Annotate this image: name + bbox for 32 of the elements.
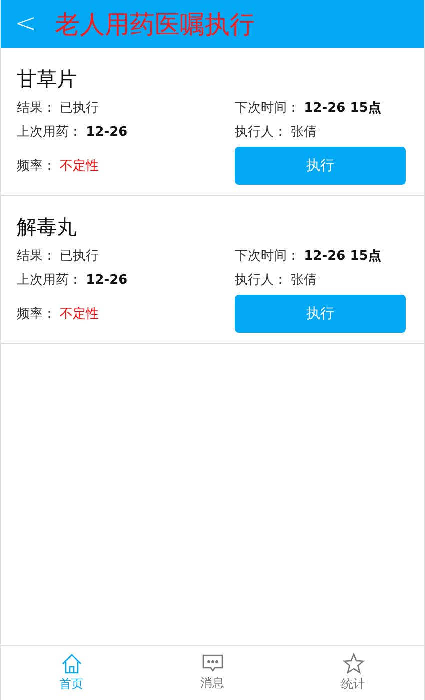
field-value: 不定性 bbox=[60, 159, 100, 174]
field-label: 下次时间： bbox=[235, 249, 300, 264]
medicine-name: 甘草片 bbox=[17, 66, 78, 93]
field-value: 不定性 bbox=[60, 307, 100, 322]
page-title: 老人用药医嘱执行 bbox=[54, 8, 255, 40]
home-icon bbox=[60, 653, 82, 675]
execute-button[interactable]: 执行 bbox=[235, 147, 406, 185]
field-value: 12-26 15点 bbox=[304, 101, 382, 116]
field-label: 上次用药： bbox=[17, 273, 82, 288]
field-label: 上次用药： bbox=[17, 125, 82, 140]
field-label: 执行人： bbox=[235, 125, 287, 140]
star-icon bbox=[342, 653, 364, 675]
field-label: 结果： bbox=[17, 101, 56, 116]
field-value: 12-26 15点 bbox=[304, 249, 382, 264]
field-value: 张倩 bbox=[291, 125, 318, 140]
field-value: 已执行 bbox=[60, 249, 100, 264]
field-label: 频率： bbox=[17, 159, 56, 174]
field-value: 已执行 bbox=[60, 101, 100, 116]
field-label: 下次时间： bbox=[235, 101, 300, 116]
back-button[interactable]: < bbox=[1, 9, 55, 39]
field-label: 执行人： bbox=[235, 273, 287, 288]
execute-button[interactable]: 执行 bbox=[235, 295, 406, 333]
field-value: 12-26 bbox=[86, 273, 128, 288]
field-value: 张倩 bbox=[291, 273, 318, 288]
medicine-name: 解毒丸 bbox=[17, 214, 78, 241]
chat-bubble-icon bbox=[202, 654, 224, 674]
tab[interactable]: 消息 bbox=[142, 646, 283, 700]
tab[interactable]: 首页 bbox=[1, 646, 142, 700]
tab[interactable]: 统计 bbox=[283, 646, 424, 700]
field-value: 12-26 bbox=[86, 125, 128, 140]
field-label: 频率： bbox=[17, 307, 56, 322]
field-label: 结果： bbox=[17, 249, 56, 264]
